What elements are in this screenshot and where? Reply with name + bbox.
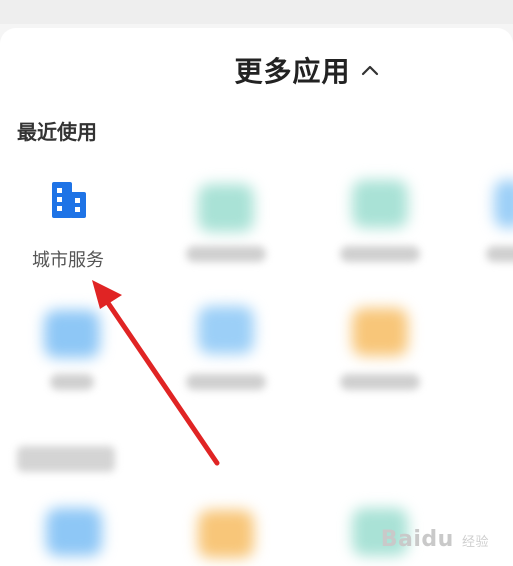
watermark-brand: Baidu xyxy=(380,527,454,552)
watermark-sub: 经验 xyxy=(461,535,489,550)
red-arrow-annotation xyxy=(92,280,220,466)
watermark: Baidu 经验 xyxy=(381,527,489,552)
